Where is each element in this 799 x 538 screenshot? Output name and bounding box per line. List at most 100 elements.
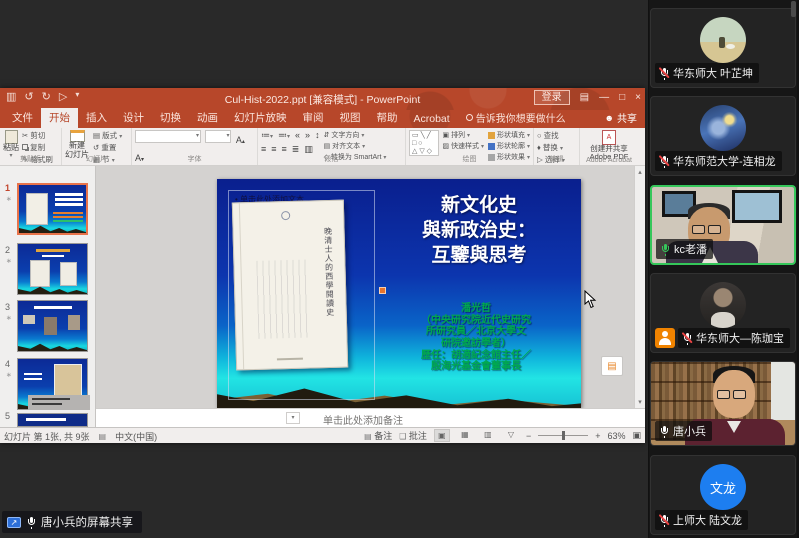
minimize-button[interactable]: —	[599, 92, 609, 103]
notes-collapse-button[interactable]: ▾	[286, 412, 300, 424]
notes-toggle[interactable]: ▤ 备注	[364, 429, 392, 442]
tab-acrobat[interactable]: Acrobat	[406, 111, 458, 128]
animation-star-icon: ∗	[6, 314, 12, 322]
group-editing: ○ 查找 ♦ 替换 ▾ ▷ 选择 ▾ 编辑	[534, 128, 580, 165]
shape-outline-button[interactable]: 形状轮廓 ▾	[488, 141, 530, 151]
zoom-out-button[interactable]: −	[526, 431, 531, 441]
shape-fill-button[interactable]: 形状填充 ▾	[488, 130, 530, 140]
text-direction-button[interactable]: ⇵ 文字方向 ▾	[324, 130, 387, 140]
notes-pane[interactable]: ▾ 单击此处添加备注	[96, 408, 645, 427]
participant-tile[interactable]: 文龙 上师大 陆文龙	[650, 455, 796, 535]
find-button[interactable]: ○ 查找	[537, 130, 576, 141]
tab-insert[interactable]: 插入	[78, 108, 115, 128]
microphone-muted-icon	[659, 67, 669, 80]
participant-tile[interactable]: 华东师大—陈珈宝	[650, 273, 796, 353]
share-button[interactable]: ☻ 共享	[597, 110, 645, 128]
view-reading-button[interactable]: ▥	[480, 429, 496, 442]
ppt-statusbar: 幻灯片 第 1张, 共 9张 ▤ 中文(中国) ▤ 备注 ❑ 批注 ▣ ▦ ▥ …	[0, 427, 645, 443]
thumbnail-overlay	[28, 395, 90, 410]
bullets-icon[interactable]: ≔▾	[261, 130, 273, 141]
participant-tile-active-speaker[interactable]: kc老潘	[650, 185, 796, 265]
tab-file[interactable]: 文件	[4, 108, 41, 128]
decrease-indent-icon[interactable]: «	[295, 130, 300, 141]
signin-button[interactable]: 登录	[534, 90, 570, 105]
font-size-combo[interactable]	[205, 130, 231, 143]
microphone-icon	[26, 516, 36, 529]
increase-indent-icon[interactable]: »	[305, 130, 310, 141]
slide-thumbnail-2[interactable]	[17, 243, 88, 295]
tell-me-box[interactable]: 告诉我你想要做什么	[458, 110, 574, 128]
pdf-icon: A	[602, 130, 616, 145]
current-slide[interactable]: • 单击此处添加文本 晚清士人的西學閱讀史 新文化史 與新政治史： 互鑒與思考 …	[217, 179, 581, 408]
zoom-in-button[interactable]: +	[595, 431, 600, 441]
tab-review[interactable]: 审阅	[295, 108, 332, 128]
slide-body-text[interactable]: 潘光哲 （中央研究院近代史研究 所研究員／北京大學文 研院邀訪學者） 歷任：胡適…	[375, 303, 577, 373]
numbering-icon[interactable]: ≕▾	[278, 130, 290, 141]
shapes-gallery[interactable]: ▭ ╲ ╱ □ ○△ ▽ ◇ ☆ ( ){ } ← → ↔	[409, 130, 439, 156]
close-button[interactable]: ×	[635, 92, 641, 103]
thumb-number-5: 5	[5, 411, 10, 421]
thumb-number-3: 3	[5, 302, 10, 312]
font-name-combo[interactable]	[135, 130, 201, 143]
ribbon: 粘贴▾ ✂ 剪切 复制 ✎ 格式刷 剪贴板 新建 幻	[0, 128, 645, 166]
thumb-number-1: 1	[5, 183, 10, 193]
person-badge-icon	[655, 328, 675, 348]
thumb-number-2: 2	[5, 245, 10, 255]
participant-tile[interactable]: 华东师范大学-连相龙	[650, 96, 796, 176]
cut-button[interactable]: ✂ 剪切	[22, 130, 53, 141]
scroll-up-icon[interactable]: ▴	[638, 168, 642, 176]
powerpoint-window: ▥ ↺ ↻ ▷ ▾ Cul-Hist-2022.ppt [兼容模式] - Pow…	[0, 88, 645, 443]
tab-design[interactable]: 设计	[115, 108, 152, 128]
line-spacing-icon[interactable]: ↕	[315, 130, 320, 141]
tab-animations[interactable]: 动画	[189, 108, 226, 128]
microphone-muted-icon	[659, 514, 669, 527]
participant-tile[interactable]: 华东师大 叶芷坤	[650, 8, 796, 88]
animation-star-icon: ∗	[6, 257, 12, 265]
slide-title[interactable]: 新文化史 與新政治史： 互鑒與思考	[385, 193, 573, 268]
participant-tile[interactable]: 唐小兵	[650, 361, 796, 446]
comments-toggle[interactable]: ❑ 批注	[399, 429, 427, 442]
microphone-muted-icon	[659, 155, 669, 168]
avatar	[700, 105, 746, 151]
book-cover-image: 晚清士人的西學閱讀史	[232, 200, 348, 371]
microphone-icon	[659, 425, 669, 438]
fill-color-chip	[488, 132, 495, 139]
language-indicator[interactable]: 中文(中国)	[115, 430, 157, 443]
view-normal-button[interactable]: ▣	[434, 429, 450, 442]
tab-view[interactable]: 视图	[332, 108, 369, 128]
zoom-slider-thumb[interactable]	[562, 431, 565, 440]
panel-scrollbar-thumb[interactable]	[791, 1, 796, 17]
slide-thumbnail-5[interactable]	[17, 413, 88, 427]
participant-name: kc老潘	[674, 241, 707, 257]
reset-button[interactable]: ↺ 重置	[93, 142, 122, 153]
grow-font-icon[interactable]: A▴	[236, 135, 245, 145]
view-sorter-button[interactable]: ▦	[457, 429, 473, 442]
slide-scrollbar[interactable]: ▴ ▾	[634, 166, 645, 408]
tab-home[interactable]: 开始	[41, 108, 78, 128]
scroll-down-icon[interactable]: ▾	[638, 398, 642, 406]
tab-slideshow[interactable]: 幻灯片放映	[226, 108, 295, 128]
slide-counter: 幻灯片 第 1张, 共 9张	[4, 430, 90, 443]
layout-button[interactable]: ▤ 版式 ▾	[93, 130, 122, 141]
fit-to-window-icon[interactable]: ▣	[632, 430, 641, 441]
quick-styles-button[interactable]: ▨ 快速样式 ▾	[443, 141, 485, 151]
slide-thumbnail-1[interactable]	[17, 183, 88, 235]
avatar-initials: 文龙	[710, 478, 736, 497]
tab-help[interactable]: 帮助	[369, 108, 406, 128]
replace-button[interactable]: ♦ 替换 ▾	[537, 142, 576, 153]
maximize-button[interactable]: □	[619, 92, 625, 103]
arrange-button[interactable]: ▣ 排列 ▾	[443, 130, 485, 140]
comment-indicator-button[interactable]: ▤	[601, 356, 623, 376]
zoom-level[interactable]: 63%	[607, 431, 625, 441]
view-slideshow-button[interactable]: ▽	[503, 429, 519, 442]
animation-star-icon: ∗	[6, 371, 12, 379]
group-adobe: A 创建并共享 Adobe PDF Adobe Acrobat	[580, 128, 638, 165]
proofing-icon[interactable]: ▤	[99, 432, 107, 441]
align-text-button[interactable]: ▤ 对齐文本 ▾	[324, 141, 387, 151]
lightbulb-icon	[466, 114, 473, 121]
slide-thumbnail-3[interactable]	[17, 300, 88, 352]
ribbon-options-icon[interactable]: ▤	[580, 92, 589, 103]
zoom-slider[interactable]	[538, 435, 588, 436]
copy-button[interactable]: 复制	[22, 142, 53, 153]
tab-transitions[interactable]: 切换	[152, 108, 189, 128]
